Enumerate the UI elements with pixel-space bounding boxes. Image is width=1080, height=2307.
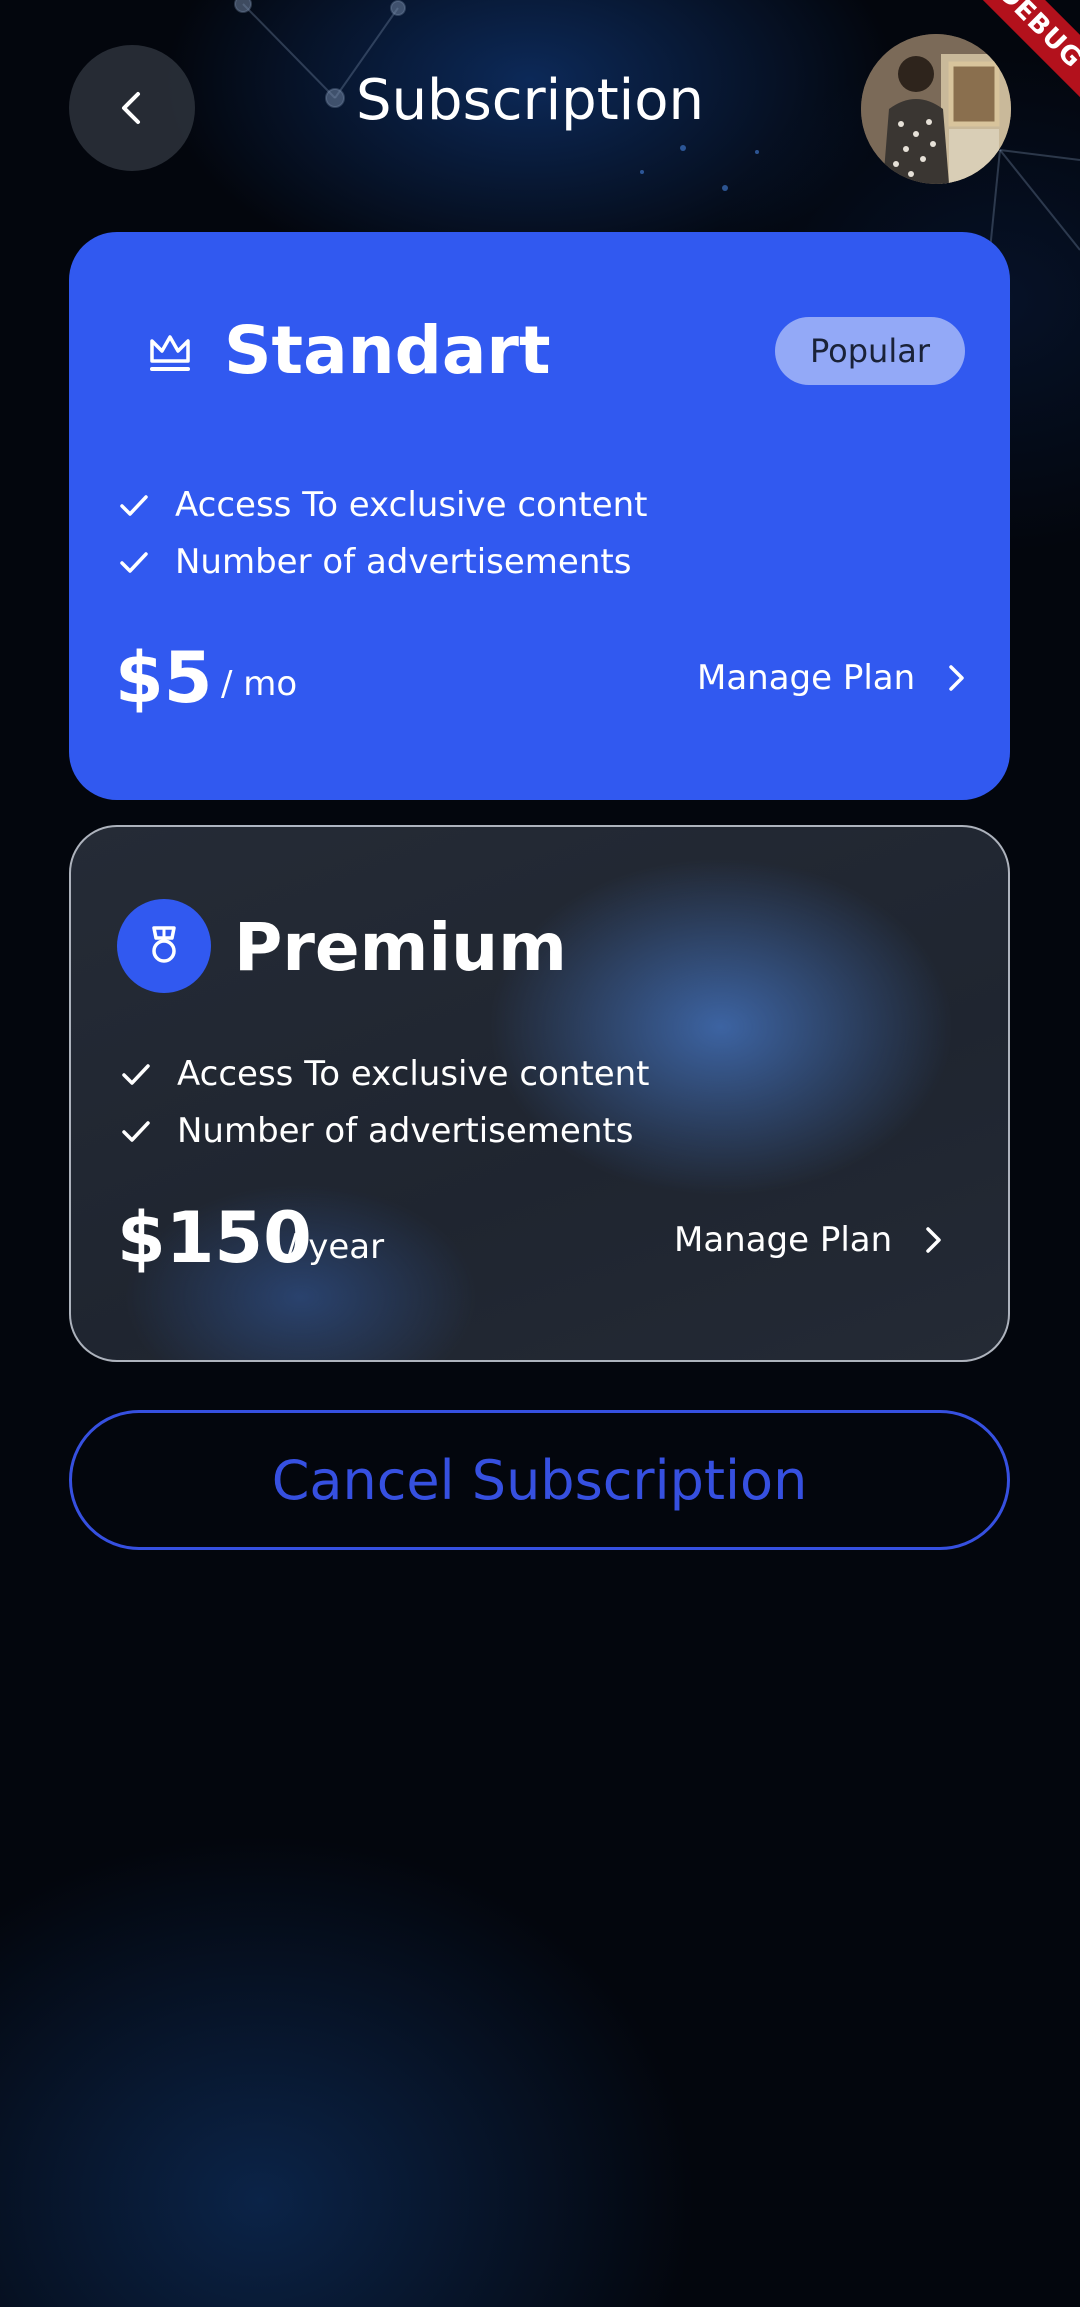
feature-item: Number of advertisements [115,533,648,590]
plan-name: Premium [234,909,567,986]
plan-price: $150 [117,1197,312,1279]
plan-period: / year [286,1227,385,1267]
feature-item: Access To exclusive content [115,476,648,533]
chevron-right-icon [926,1227,941,1253]
feature-item: Number of advertisements [117,1102,650,1159]
check-icon [122,1063,150,1085]
medal-icon [152,926,176,963]
feature-text: Access To exclusive content [175,484,648,525]
feature-list: Access To exclusive content Number of ad… [115,476,648,590]
check-icon [120,551,148,573]
avatar[interactable] [861,34,1011,184]
plan-name: Standart [224,312,551,389]
manage-plan-label: Manage Plan [674,1220,893,1260]
crown-icon [150,335,190,371]
subscription-screen: DEBUG Subscription Standart Popular Acce… [0,0,1080,2307]
popular-badge: Popular [775,317,965,385]
feature-item: Access To exclusive content [117,1045,650,1102]
chevron-right-icon [949,665,964,691]
cancel-subscription-button[interactable]: Cancel Subscription [69,1410,1010,1550]
feature-text: Number of advertisements [175,541,632,582]
manage-plan-label: Manage Plan [697,658,916,698]
user-avatar [861,34,1011,184]
check-icon [122,1120,150,1142]
feature-text: Number of advertisements [177,1110,634,1151]
check-icon [120,494,148,516]
medal-icon-badge [117,899,211,993]
feature-list: Access To exclusive content Number of ad… [117,1045,650,1159]
plan-period: / mo [221,664,298,704]
plan-card-standard[interactable]: Standart Popular Access To exclusive con… [69,232,1010,800]
plan-price: $5 [115,637,213,719]
plan-card-premium[interactable]: Premium Access To exclusive content Numb… [69,825,1010,1362]
manage-plan-button[interactable]: Manage Plan [697,658,971,698]
feature-text: Access To exclusive content [177,1053,650,1094]
manage-plan-button[interactable]: Manage Plan [674,1220,948,1260]
